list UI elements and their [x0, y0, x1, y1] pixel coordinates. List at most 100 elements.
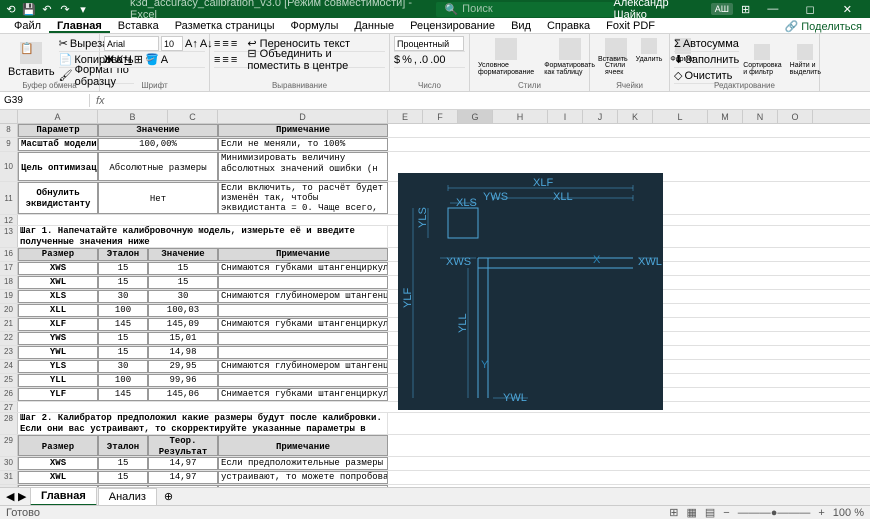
add-sheet-icon[interactable]: ⊕: [158, 490, 179, 503]
cell[interactable]: XLF: [18, 318, 98, 331]
bold-button[interactable]: Ж: [104, 54, 114, 66]
fill-color-button[interactable]: 🪣: [145, 53, 159, 66]
cell[interactable]: 30: [98, 290, 148, 303]
cell[interactable]: Нет: [98, 182, 218, 214]
tab-help[interactable]: Справка: [539, 18, 598, 33]
row-header[interactable]: 17: [0, 262, 18, 275]
cell[interactable]: Теор. Результат: [148, 435, 218, 456]
cell[interactable]: Размер: [18, 248, 98, 261]
row-header[interactable]: 20: [0, 304, 18, 317]
row-header[interactable]: 23: [0, 346, 18, 359]
cell[interactable]: 145,06: [148, 388, 218, 401]
sheet-nav-next-icon[interactable]: ▶: [18, 490, 26, 503]
cell[interactable]: XLS: [18, 290, 98, 303]
col-header[interactable]: F: [423, 110, 458, 123]
cell[interactable]: YWS: [18, 332, 98, 345]
border-button[interactable]: ⊞: [134, 53, 143, 66]
col-header[interactable]: G: [458, 110, 493, 123]
sort-button[interactable]: Сортировка и фильтр: [739, 36, 785, 84]
zoom-level[interactable]: 100 %: [833, 507, 864, 519]
cell[interactable]: 15: [148, 276, 218, 289]
cell[interactable]: Примечание: [218, 124, 388, 137]
cell[interactable]: Снимается губками штангенциркуля: [218, 388, 388, 401]
autosum-button[interactable]: Σ Автосумма: [674, 36, 739, 52]
cell[interactable]: Примечание: [218, 248, 388, 261]
align-bot-icon[interactable]: ≡: [231, 38, 237, 50]
cond-format-button[interactable]: Условное форматирование: [474, 36, 538, 78]
zoom-slider[interactable]: ———●———: [738, 507, 811, 519]
cell[interactable]: 100,03: [148, 304, 218, 317]
align-mid-icon[interactable]: ≡: [222, 38, 228, 50]
cell[interactable]: 14,98: [148, 346, 218, 359]
zoom-in-icon[interactable]: +: [818, 507, 824, 519]
cell[interactable]: 29,95: [148, 360, 218, 373]
name-box[interactable]: G39: [0, 94, 90, 107]
cell[interactable]: XWS: [18, 457, 98, 470]
ribbon-options-icon[interactable]: ⊞: [741, 3, 750, 16]
cell[interactable]: YWL: [18, 346, 98, 359]
cell[interactable]: YLF: [18, 388, 98, 401]
find-button[interactable]: Найти и выделить: [786, 36, 825, 84]
cell[interactable]: Если предположительные размеры вас не: [218, 457, 388, 470]
col-header[interactable]: I: [548, 110, 583, 123]
autosave-icon[interactable]: ⟲: [4, 2, 18, 16]
cell[interactable]: 100,00%: [98, 138, 218, 151]
cell[interactable]: XWL: [18, 276, 98, 289]
row-header[interactable]: 13: [0, 226, 18, 247]
maximize-icon[interactable]: ◻: [795, 3, 824, 16]
row-header[interactable]: 18: [0, 276, 18, 289]
tab-view[interactable]: Вид: [503, 18, 539, 33]
cell[interactable]: Примечание: [218, 435, 388, 456]
qat-dropdown-icon[interactable]: ▾: [76, 2, 90, 16]
user-badge[interactable]: АШ: [711, 3, 733, 15]
save-icon[interactable]: 💾: [22, 2, 36, 16]
cell[interactable]: 15: [98, 262, 148, 275]
italic-button[interactable]: К: [116, 54, 122, 66]
row-header[interactable]: 8: [0, 124, 18, 137]
col-header[interactable]: H: [493, 110, 548, 123]
cell[interactable]: Значение: [148, 248, 218, 261]
cell[interactable]: 15: [98, 471, 148, 484]
row-header[interactable]: 19: [0, 290, 18, 303]
fx-icon[interactable]: fx: [90, 95, 111, 107]
row-header[interactable]: 30: [0, 457, 18, 470]
cell[interactable]: 100: [98, 304, 148, 317]
cell[interactable]: 15: [98, 276, 148, 289]
font-size-select[interactable]: [161, 36, 183, 51]
tab-home[interactable]: Главная: [49, 18, 110, 33]
cell[interactable]: Шаг 1. Напечатайте калибровочную модель,…: [18, 226, 388, 247]
tab-review[interactable]: Рецензирование: [402, 18, 503, 33]
number-format-select[interactable]: [394, 36, 464, 51]
col-header[interactable]: K: [618, 110, 653, 123]
view-layout-icon[interactable]: ▦: [686, 506, 696, 519]
tab-layout[interactable]: Разметка страницы: [167, 18, 283, 33]
cell[interactable]: Эталон: [98, 248, 148, 261]
font-select[interactable]: [104, 36, 159, 51]
increase-font-icon[interactable]: A↑: [185, 38, 198, 50]
row-header[interactable]: 10: [0, 152, 18, 181]
cell[interactable]: Минимизировать величину абсолютных значе…: [218, 152, 388, 181]
cell[interactable]: 15: [98, 346, 148, 359]
cell[interactable]: 14,97: [148, 471, 218, 484]
cell[interactable]: Снимаются губками штангенциркуля: [218, 262, 388, 275]
tab-data[interactable]: Данные: [346, 18, 402, 33]
cell[interactable]: Если не меняли, то 100%: [218, 138, 388, 151]
undo-icon[interactable]: ↶: [40, 2, 54, 16]
font-color-button[interactable]: A: [161, 54, 168, 66]
cell[interactable]: 15: [148, 262, 218, 275]
row-header[interactable]: 9: [0, 138, 18, 151]
view-normal-icon[interactable]: ⊞: [669, 506, 678, 519]
cell[interactable]: 145,09: [148, 318, 218, 331]
cell[interactable]: [218, 374, 388, 387]
sheet-tab-analysis[interactable]: Анализ: [98, 488, 157, 506]
cell[interactable]: 100: [98, 374, 148, 387]
cell[interactable]: XLL: [18, 304, 98, 317]
row-header[interactable]: 26: [0, 388, 18, 401]
row-header[interactable]: 25: [0, 374, 18, 387]
row-header[interactable]: 16: [0, 248, 18, 261]
cell[interactable]: Размер: [18, 435, 98, 456]
align-right-icon[interactable]: ≡: [231, 54, 237, 66]
cell[interactable]: Снимаются глубиномером штангенциркуля: [218, 360, 388, 373]
merge-button[interactable]: ⊟ Объединить и поместить в центре: [247, 47, 385, 72]
col-header[interactable]: D: [218, 110, 388, 123]
